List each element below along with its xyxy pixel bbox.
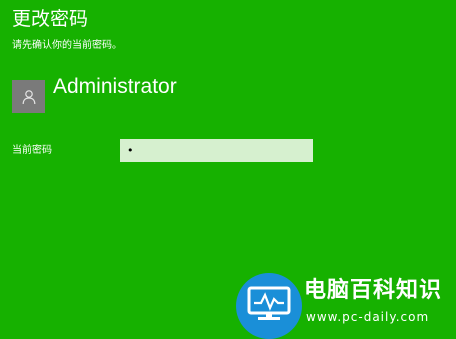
- user-icon: [22, 89, 35, 104]
- watermark-logo: 电脑百科知识 www.pc-daily.com: [236, 268, 456, 339]
- current-password-label: 当前密码: [12, 145, 52, 156]
- page-title: 更改密码: [12, 8, 89, 30]
- avatar: [12, 80, 45, 113]
- watermark-name: 电脑百科知识: [304, 278, 443, 303]
- monitor-icon: [247, 286, 291, 320]
- current-password-field[interactable]: [120, 139, 313, 162]
- instruction-text: 请先确认你的当前密码。: [12, 40, 122, 51]
- username: Administrator: [53, 75, 177, 98]
- watermark-url: www.pc-daily.com: [306, 310, 430, 324]
